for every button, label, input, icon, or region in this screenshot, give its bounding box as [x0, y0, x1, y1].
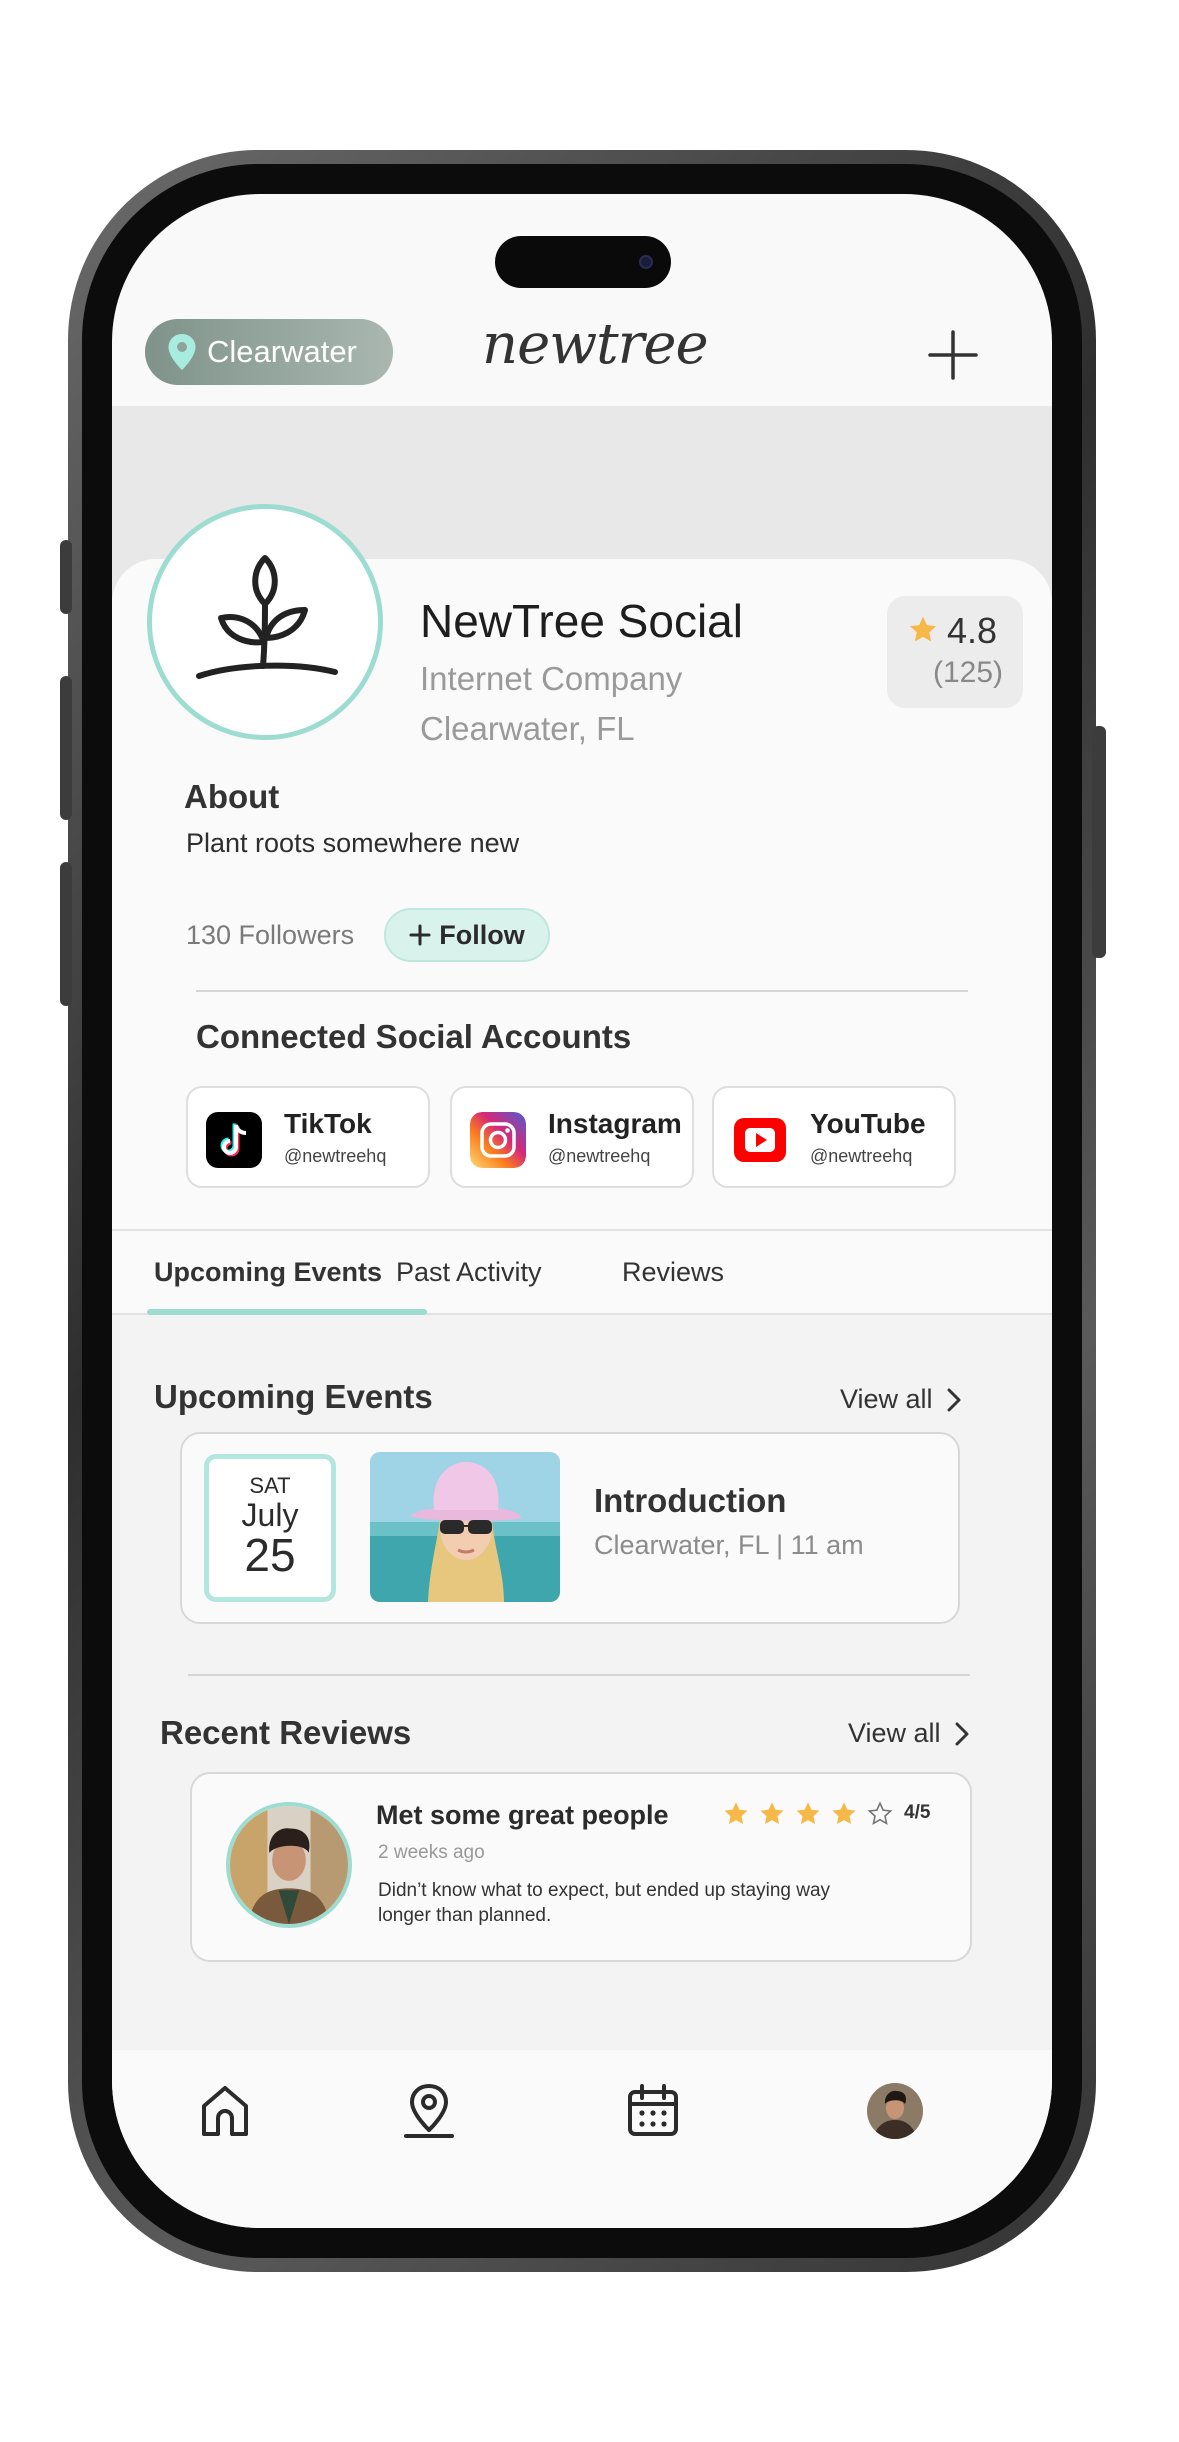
review-score: 4/5 [904, 1802, 931, 1823]
social-name: TikTok [284, 1108, 372, 1139]
social-card-youtube[interactable]: YouTube @newtreehq [712, 1086, 956, 1188]
event-day-of-week: SAT [249, 1473, 291, 1498]
event-card[interactable]: SAT July 25 Introduction Clearwater, FL … [180, 1432, 960, 1624]
review-card[interactable]: Met some great people 2 weeks ago Didn’t… [190, 1772, 972, 1962]
follow-label: Follow [439, 919, 525, 950]
phone-power-button [1092, 726, 1106, 958]
location-selector[interactable]: Clearwater [145, 319, 393, 385]
phone-volume-up-button [60, 676, 72, 820]
events-view-all-link[interactable]: View all [840, 1384, 961, 1415]
about-text: Plant roots somewhere new [186, 828, 520, 858]
youtube-icon [734, 1118, 786, 1162]
location-label: Clearwater [207, 334, 357, 369]
reviews-view-all-link[interactable]: View all [848, 1718, 969, 1749]
about-heading: About [184, 778, 280, 815]
tab-upcoming-events[interactable]: Upcoming Events [154, 1257, 382, 1288]
social-handle: @newtreehq [810, 1146, 913, 1166]
tab-past-activity[interactable]: Past Activity [396, 1257, 542, 1288]
event-day: 25 [244, 1529, 296, 1581]
event-title: Introduction [594, 1482, 787, 1519]
organization-name: NewTree Social [420, 595, 743, 647]
social-name: Instagram [548, 1108, 682, 1139]
camera-icon [639, 255, 653, 269]
divider [188, 1674, 970, 1676]
tab-reviews[interactable]: Reviews [622, 1257, 724, 1288]
star-filled-icon [796, 1802, 820, 1825]
map-pin-icon [168, 334, 196, 370]
followers-count[interactable]: 130 Followers [186, 920, 354, 951]
review-body: Didn’t know what to expect, but ended up… [378, 1880, 831, 1926]
calendar-icon[interactable] [622, 2080, 684, 2142]
star-filled-icon [832, 1802, 856, 1825]
profile-avatar[interactable] [864, 2080, 926, 2142]
social-name: YouTube [810, 1108, 926, 1139]
dynamic-island [495, 236, 671, 288]
view-all-label: View all [840, 1384, 933, 1414]
star-filled-icon [724, 1802, 748, 1825]
social-card-tiktok[interactable]: TikTok @newtreehq [186, 1086, 430, 1188]
home-icon[interactable] [194, 2080, 256, 2142]
star-filled-icon [760, 1802, 784, 1825]
upcoming-events-heading: Upcoming Events [154, 1378, 433, 1415]
app-screen: Clearwater newtree NewTree Social Intern… [112, 194, 1052, 2228]
chevron-right-icon [947, 1388, 961, 1411]
plus-icon [409, 924, 431, 946]
social-card-instagram[interactable]: Instagram @newtreehq [450, 1086, 694, 1188]
review-title: Met some great people [376, 1800, 669, 1830]
organization-avatar [147, 504, 383, 740]
review-time: 2 weeks ago [378, 1842, 485, 1863]
star-empty-icon [867, 1801, 893, 1826]
recent-reviews-heading: Recent Reviews [160, 1714, 412, 1751]
map-pin-icon[interactable] [398, 2080, 460, 2142]
review-stars [722, 1800, 894, 1828]
brand-logo: newtree [482, 312, 709, 377]
sprout-logo-icon [196, 555, 338, 679]
phone-volume-down-button [60, 862, 72, 1006]
event-photo [370, 1452, 560, 1602]
view-all-label: View all [848, 1718, 941, 1748]
reviewer-avatar [226, 1802, 352, 1928]
social-handle: @newtreehq [284, 1146, 387, 1166]
follow-button[interactable]: Follow [384, 908, 550, 962]
rating-badge[interactable]: 4.8 (125) [887, 596, 1023, 708]
organization-category: Internet Company [420, 660, 683, 697]
social-handle: @newtreehq [548, 1146, 651, 1166]
organization-location: Clearwater, FL [420, 710, 635, 747]
profile-tabs: Upcoming Events Past Activity Reviews [112, 1229, 1052, 1315]
tiktok-icon [206, 1112, 262, 1168]
divider [196, 990, 968, 992]
event-meta: Clearwater, FL | 11 am [594, 1530, 864, 1560]
rating-count: (125) [933, 656, 1004, 689]
social-accounts-heading: Connected Social Accounts [196, 1018, 632, 1055]
instagram-icon [470, 1112, 526, 1168]
rating-value: 4.8 [947, 610, 998, 651]
phone-action-button [60, 540, 72, 614]
star-icon [909, 616, 937, 642]
event-month: July [241, 1497, 299, 1533]
bottom-tab-bar [112, 2050, 1052, 2228]
chevron-right-icon [955, 1722, 969, 1745]
event-date: SAT July 25 [204, 1454, 336, 1602]
add-icon[interactable] [924, 326, 982, 384]
